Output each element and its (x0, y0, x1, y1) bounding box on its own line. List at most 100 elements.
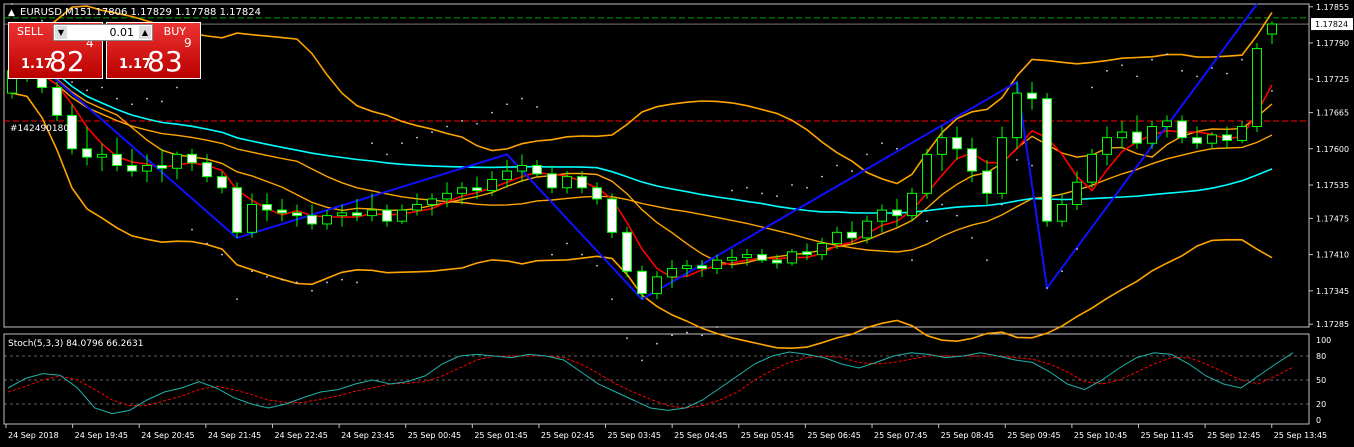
symbol-triangle-icon: ▲ (8, 8, 15, 18)
sar-dot (1211, 67, 1213, 69)
bear-candle (1222, 134, 1232, 141)
time-tick-label: 25 Sep 13:45 (1274, 431, 1327, 440)
bear-candle (307, 215, 317, 225)
time-tick-label: 24 Sep 21:45 (208, 431, 261, 440)
stoch-tick-label: 80 (1316, 352, 1326, 361)
lot-size-input[interactable]: ▼ 0.01 ▲ (53, 24, 153, 41)
bear-candle (982, 170, 992, 194)
stoch-tick-label: 20 (1316, 400, 1326, 409)
order-label: #142490180 (10, 124, 69, 134)
time-tick-label: 25 Sep 09:45 (1007, 431, 1060, 440)
bull-candle (97, 153, 107, 158)
bull-candle (712, 259, 722, 270)
lot-size-value: 0.01 (109, 26, 135, 39)
sar-dot (491, 111, 493, 114)
bull-candle (397, 209, 407, 222)
sar-dot (371, 142, 373, 145)
bull-candle (742, 254, 752, 258)
sar-dot (386, 153, 388, 156)
buy-label: BUY (163, 25, 186, 38)
lot-increase-icon[interactable]: ▲ (139, 26, 151, 39)
bull-candle (487, 178, 497, 192)
chart-canvas[interactable]: 1.17855 1.17790 1.17725 1.17665 1.17600 1.175… (0, 0, 1354, 447)
stochastic-layer: 100 80 50 20 0 (4, 336, 1331, 425)
stoch-frame (3, 333, 1310, 425)
price-tick-label: 1.17345 (1316, 287, 1349, 296)
time-tick-label: 25 Sep 12:45 (1207, 431, 1260, 440)
sar-dot (686, 331, 688, 334)
bull-candle (1252, 48, 1262, 128)
sar-dot (776, 195, 778, 198)
lot-decrease-icon[interactable]: ▼ (55, 26, 67, 39)
sar-dot (611, 298, 613, 301)
sar-dot (1046, 287, 1048, 289)
bear-candle (1132, 131, 1142, 144)
bear-candle (292, 212, 302, 217)
sar-dot (551, 253, 553, 256)
sar-dot (1166, 53, 1168, 56)
sar-dot (1001, 203, 1003, 206)
bull-candle (817, 242, 827, 256)
bear-candle (1192, 137, 1202, 144)
bull-candle (457, 187, 467, 194)
sar-dot (401, 142, 403, 145)
bull-candle (427, 198, 437, 205)
bear-candle (967, 148, 977, 172)
sar-dot (1196, 75, 1198, 78)
sar-dot (671, 334, 673, 337)
bull-candle (922, 153, 932, 194)
bull-candle (412, 203, 422, 211)
stoch-main-line (7, 351, 1294, 415)
price-tick-label: 1.17725 (1316, 75, 1349, 84)
time-tick-label: 25 Sep 10:45 (1074, 431, 1127, 440)
bear-candle (1177, 120, 1187, 139)
bull-candle (1267, 23, 1277, 35)
price-tick-label: 1.17855 (1316, 3, 1349, 12)
slow-ma-line (11, 56, 1273, 214)
sar-dot (806, 186, 808, 189)
time-tick-label: 25 Sep 02:45 (541, 431, 594, 440)
symbol-label: EURUSD,M15 (20, 7, 86, 18)
bull-candle (862, 220, 872, 239)
bear-candle (352, 212, 362, 217)
bull-candle (682, 265, 692, 270)
sar-dot (101, 86, 103, 89)
time-tick-label: 24 Sep 2018 (8, 431, 59, 440)
time-tick-label: 25 Sep 00:45 (408, 431, 461, 440)
sar-dot (281, 278, 283, 281)
sar-dot (476, 122, 478, 125)
sar-dot (626, 337, 628, 340)
bear-candle (127, 165, 137, 172)
sar-dot (71, 81, 73, 83)
bull-candle (997, 137, 1007, 194)
bear-candle (232, 187, 242, 233)
bull-candle (937, 137, 947, 155)
bull-candle (787, 251, 797, 264)
stoch-tick-label: 0 (1316, 416, 1321, 425)
sar-dot (131, 103, 133, 106)
sar-dot (701, 334, 703, 337)
sar-dot (941, 203, 943, 206)
sar-dot (1136, 75, 1138, 78)
bear-candle (202, 162, 212, 178)
bull-candle (322, 215, 332, 225)
bull-candle (442, 192, 452, 200)
sar-dot (1091, 86, 1093, 89)
stoch-title: Stoch(5,3,3) 84.0796 66.2631 (8, 339, 143, 349)
buy-price-main: 83 (147, 45, 183, 78)
bear-candle (532, 165, 542, 175)
bear-candle (847, 231, 857, 239)
bull-candle (1207, 134, 1217, 144)
sell-price-main: 82 (49, 45, 85, 78)
bull-candle (907, 192, 917, 217)
sar-dot (266, 275, 268, 278)
bull-candle (1162, 120, 1172, 128)
sar-dot (1076, 248, 1078, 250)
sar-dot (716, 326, 718, 328)
sar-dot (746, 186, 748, 189)
sar-dot (851, 170, 853, 172)
bull-candle (1057, 203, 1067, 222)
sar-dot (1241, 58, 1243, 61)
bull-candle (517, 165, 527, 172)
bull-candle (367, 209, 377, 217)
